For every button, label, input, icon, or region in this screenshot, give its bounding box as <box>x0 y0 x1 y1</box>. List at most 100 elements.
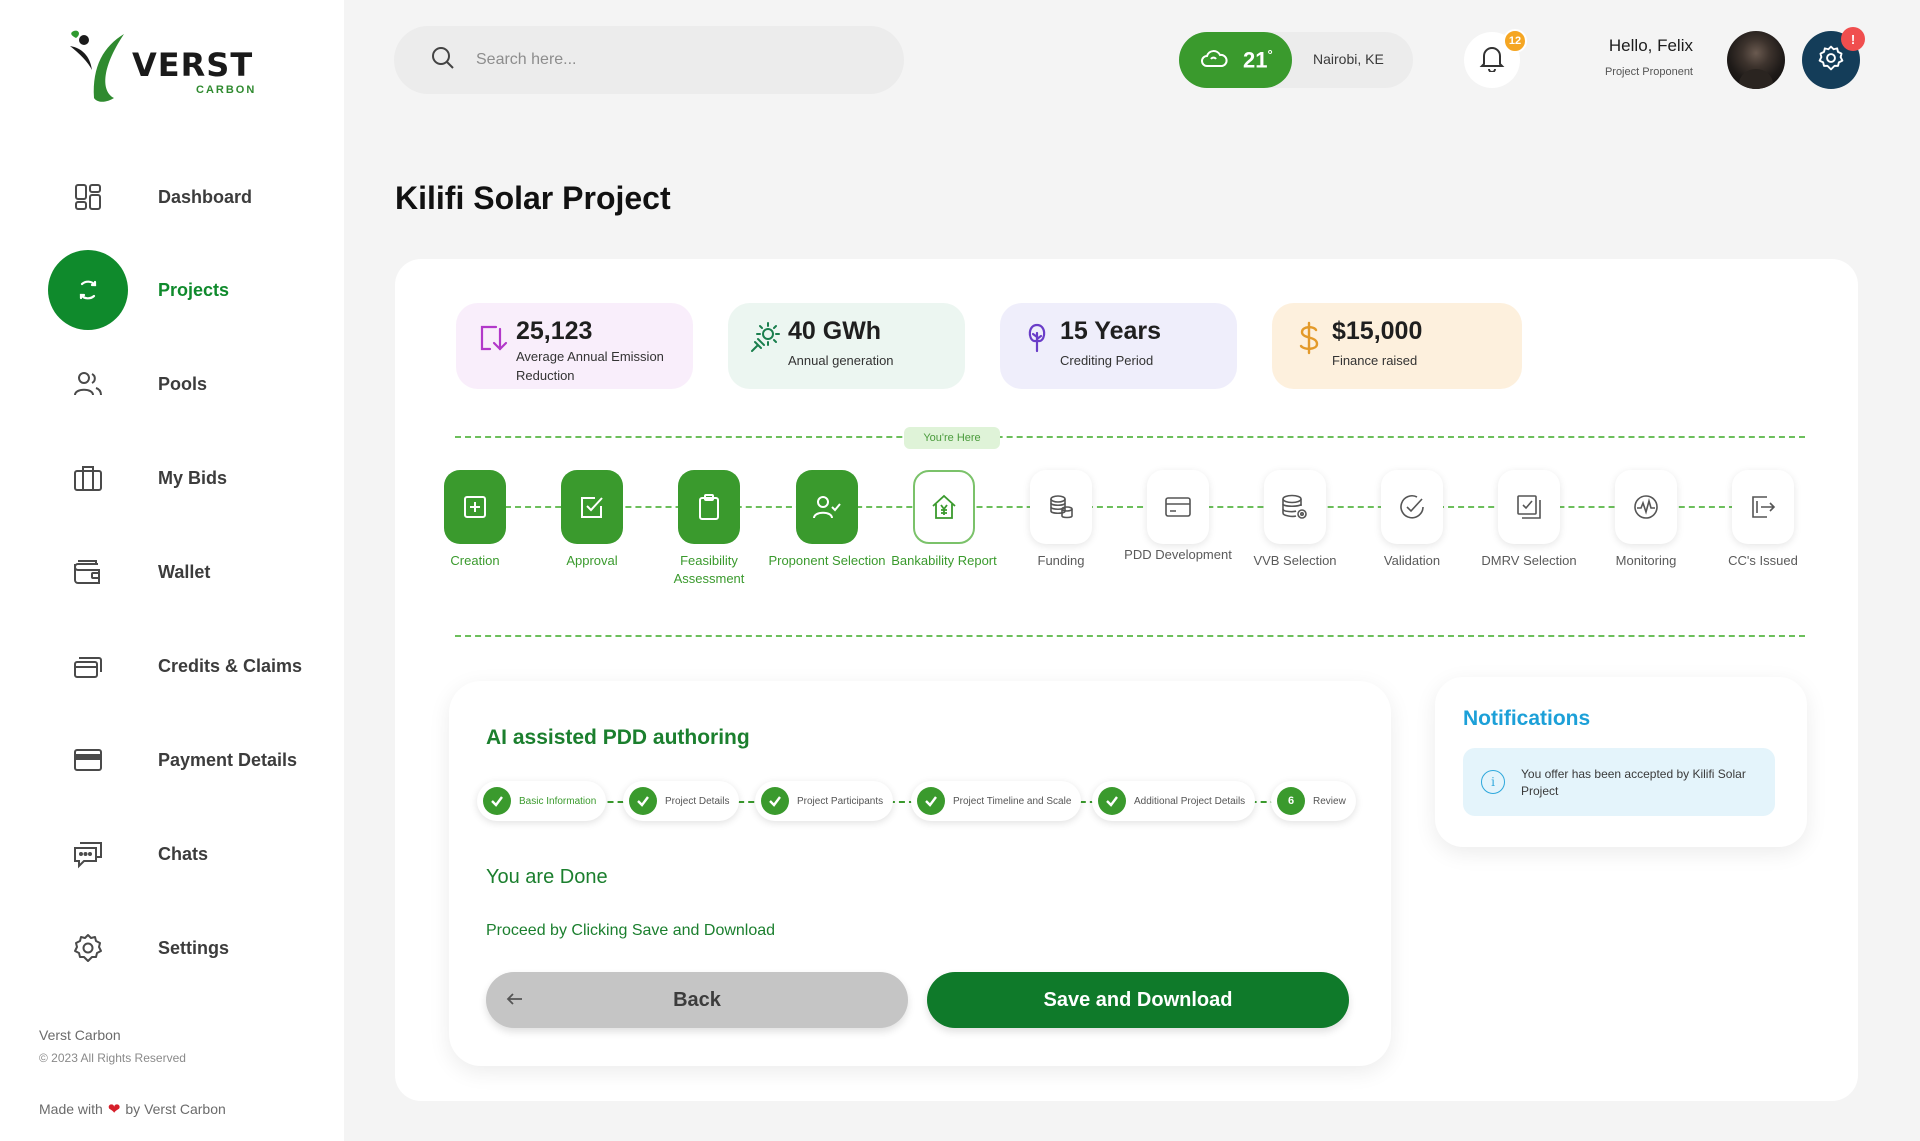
nav-chats[interactable]: Chats <box>48 814 338 894</box>
substep-project-details[interactable]: Project Details <box>623 781 740 821</box>
search-icon <box>430 45 456 76</box>
nav-label: Credits & Claims <box>158 655 303 676</box>
page-title: Kilifi Solar Project <box>395 180 671 216</box>
step-funding[interactable]: Funding <box>1002 470 1120 570</box>
nav-wallet[interactable]: Wallet <box>48 532 338 612</box>
done-title: You are Done <box>486 866 608 888</box>
nav-label: Pools <box>158 373 208 394</box>
user-role: Project Proponent <box>1604 66 1693 78</box>
footer-brand: Verst Carbon <box>39 1027 121 1043</box>
house-yen-icon <box>932 494 956 519</box>
notification-count-badge: 12 <box>1503 29 1527 53</box>
step-dmrv-selection[interactable]: DMRV Selection <box>1470 470 1588 570</box>
brand-sub: CARBON <box>196 84 257 96</box>
nav-dashboard[interactable]: Dashboard <box>48 157 338 237</box>
credit-card-icon <box>48 720 128 800</box>
step-icon-box <box>1381 470 1443 544</box>
step-label: Feasibility Assessment <box>673 553 745 586</box>
footer-copyright: © 2023 All Rights Reserved <box>39 1051 186 1065</box>
step-proponent-selection[interactable]: Proponent Selection <box>768 470 886 570</box>
step-label: Approval <box>566 553 618 568</box>
stat-label: Finance raised <box>1332 353 1418 368</box>
search-bar[interactable] <box>394 26 904 94</box>
dollar-icon <box>1292 321 1326 355</box>
substep-additional-details[interactable]: Additional Project Details <box>1092 781 1256 821</box>
clipboard-icon <box>699 494 719 520</box>
dashboard-icon <box>48 157 128 237</box>
leaf-logo-icon <box>70 30 124 102</box>
save-download-button[interactable]: Save and Download <box>927 972 1349 1028</box>
step-label: Funding <box>1037 553 1085 568</box>
nav-my-bids[interactable]: My Bids <box>48 438 338 518</box>
substep-project-timeline[interactable]: Project Timeline and Scale <box>911 781 1082 821</box>
substep-label: Project Timeline and Scale <box>953 795 1072 807</box>
step-feasibility-assessment[interactable]: Feasibility Assessment <box>650 470 768 588</box>
nav-projects[interactable]: Projects <box>48 250 338 330</box>
pdd-substeps: Basic Information Project Details Projec… <box>477 781 1357 821</box>
substep-project-participants[interactable]: Project Participants <box>755 781 894 821</box>
step-validation[interactable]: Validation <box>1353 470 1471 570</box>
stat-value: 25,123 <box>516 317 593 345</box>
check-icon <box>917 787 945 815</box>
substep-number: 6 <box>1277 787 1305 815</box>
temperature-unit: ° <box>1267 46 1273 62</box>
step-label: Validation <box>1383 553 1441 568</box>
nav-payment-details[interactable]: Payment Details <box>48 720 338 800</box>
footer-made-prefix: Made with <box>39 1101 103 1117</box>
check-icon <box>761 787 789 815</box>
nav-credits-claims[interactable]: Credits & Claims <box>48 626 338 706</box>
stat-label: Average Annual Emission Reduction <box>516 349 664 383</box>
step-icon-box <box>444 470 506 544</box>
coins-icon <box>1050 495 1073 519</box>
gear-icon <box>48 908 128 988</box>
step-bankability-report[interactable]: Bankability Report <box>885 470 1003 570</box>
step-label: Proponent Selection <box>768 553 886 568</box>
pdd-title: AI assisted PDD authoring <box>486 726 750 749</box>
search-input[interactable] <box>476 51 856 69</box>
substep-label: Review <box>1313 795 1346 807</box>
nav-label: Chats <box>158 843 209 864</box>
temperature: 21° <box>1243 47 1273 73</box>
stat-annual-generation: 40 GWh Annual generation <box>728 303 965 389</box>
step-creation[interactable]: Creation <box>416 470 534 570</box>
database-gear-icon <box>1282 494 1307 519</box>
project-card: 25,123 Average Annual Emission Reduction… <box>395 259 1858 1101</box>
step-label: Monitoring <box>1615 553 1677 568</box>
step-approval[interactable]: Approval <box>533 470 651 570</box>
progress-top-divider <box>455 436 1805 438</box>
step-vvb-selection[interactable]: VVB Selection <box>1236 470 1354 570</box>
back-button[interactable]: Back <box>486 972 908 1028</box>
cards-icon <box>48 626 128 706</box>
step-ccs-issued[interactable]: CC's Issued <box>1704 470 1822 570</box>
step-icon-box <box>1732 470 1794 544</box>
substep-label: Project Participants <box>797 795 884 807</box>
info-icon: i <box>1481 770 1505 794</box>
nav-settings[interactable]: Settings <box>48 908 338 988</box>
avatar[interactable] <box>1727 31 1785 89</box>
step-label: CC's Issued <box>1728 553 1798 568</box>
step-icon-box <box>1498 470 1560 544</box>
chat-icon <box>48 814 128 894</box>
arrow-left-icon <box>504 988 526 1016</box>
footer-made-with: Made with ❤ by Verst Carbon <box>39 1100 226 1118</box>
step-icon-box <box>561 470 623 544</box>
step-monitoring[interactable]: Monitoring <box>1587 470 1705 570</box>
briefcase-icon <box>48 438 128 518</box>
notifications-panel: Notifications i You offer has been accep… <box>1435 677 1807 847</box>
brand-logo[interactable]: VERST CARBON <box>64 26 264 106</box>
temperature-value: 21 <box>1243 47 1268 73</box>
stat-value: $15,000 <box>1332 317 1423 345</box>
stat-value: 40 GWh <box>788 317 882 345</box>
step-pdd-development[interactable]: PDD Development <box>1119 470 1237 564</box>
nav-pools[interactable]: Pools <box>48 344 338 424</box>
nav-label: Dashboard <box>158 186 253 207</box>
weather-widget[interactable]: 21° Nairobi, KE <box>1179 32 1413 88</box>
step-icon-box <box>913 470 975 544</box>
done-instruction: Proceed by Clicking Save and Download <box>486 922 776 939</box>
step-icon-box <box>1030 470 1092 544</box>
heart-icon: ❤ <box>107 1101 121 1118</box>
notification-item[interactable]: i You offer has been accepted by Kilifi … <box>1463 748 1775 816</box>
substep-review[interactable]: 6 Review <box>1271 781 1356 821</box>
stat-crediting-period: 15 Years Crediting Period <box>1000 303 1237 389</box>
substep-basic-information[interactable]: Basic Information <box>477 781 607 821</box>
